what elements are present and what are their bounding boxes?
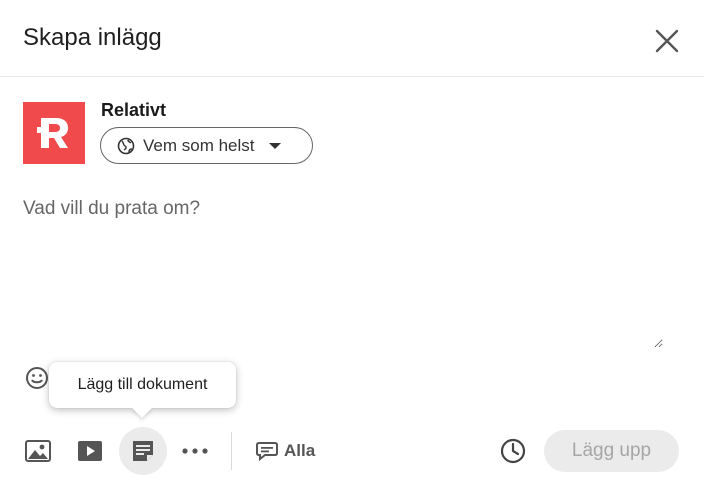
- post-text-input[interactable]: [23, 198, 663, 348]
- visibility-dropdown[interactable]: Vem som helst: [100, 127, 313, 164]
- video-icon: [78, 441, 102, 461]
- document-icon: [133, 441, 153, 461]
- caret-down-icon: [268, 142, 281, 149]
- post-button[interactable]: Lägg upp: [544, 430, 679, 472]
- more-icon: [182, 448, 208, 454]
- add-video-button[interactable]: [66, 427, 114, 475]
- author-name: Relativt: [101, 100, 167, 120]
- comment-icon: [256, 442, 278, 461]
- more-options-button[interactable]: [171, 427, 219, 475]
- clock-icon: [500, 438, 526, 464]
- comment-settings-button[interactable]: Alla: [256, 436, 315, 466]
- comment-settings-label: Alla: [284, 441, 316, 460]
- image-icon: [25, 440, 51, 462]
- emoji-button[interactable]: [25, 366, 49, 390]
- smiley-icon: [26, 367, 48, 389]
- add-document-button[interactable]: [119, 427, 167, 475]
- schedule-button[interactable]: [494, 432, 532, 470]
- toolbar-divider: [231, 432, 232, 470]
- relativt-logo-icon: [37, 118, 68, 148]
- dialog-header: Skapa inlägg: [0, 0, 704, 77]
- add-image-button[interactable]: [14, 427, 62, 475]
- close-button[interactable]: [652, 26, 682, 56]
- visibility-label: Vem som helst: [143, 135, 255, 155]
- close-icon: [655, 29, 679, 53]
- tooltip: Lägg till dokument: [49, 362, 236, 408]
- avatar: [23, 102, 85, 164]
- dialog-title: Skapa inlägg: [23, 24, 162, 51]
- globe-icon: [117, 137, 135, 154]
